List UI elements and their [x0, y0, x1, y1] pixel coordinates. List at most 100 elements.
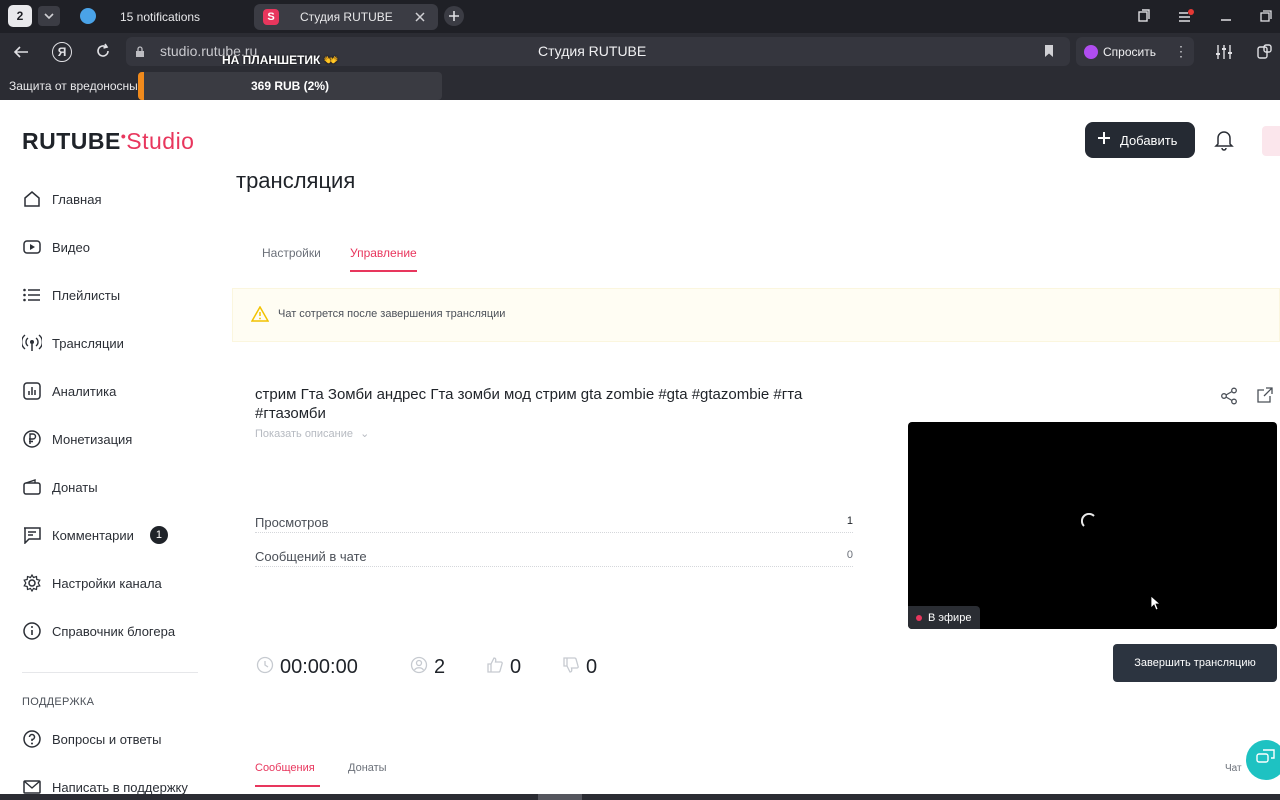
- donation-progress-bar: 369 RUB (2%): [138, 72, 442, 100]
- sidebar-item-home[interactable]: Главная: [22, 189, 101, 209]
- show-description-label: Показать описание: [255, 428, 353, 440]
- info-icon: [22, 621, 42, 641]
- end-broadcast-button[interactable]: Завершить трансляцию: [1113, 644, 1277, 682]
- sidebar-item-label: Написать в поддержку: [52, 779, 188, 795]
- sidebar-item-faq[interactable]: Вопросы и ответы: [22, 729, 161, 749]
- help-chat-button[interactable]: [1246, 740, 1280, 780]
- viewers-counter: 2: [410, 656, 445, 679]
- broadcast-icon: [22, 333, 42, 353]
- add-button[interactable]: Добавить: [1085, 122, 1195, 158]
- back-arrow-icon[interactable]: [12, 43, 30, 61]
- avatar[interactable]: [1262, 126, 1280, 156]
- support-heading: ПОДДЕРЖКА: [22, 696, 95, 708]
- tab-title: 15 notifications: [120, 10, 201, 24]
- tab-studio-rutube[interactable]: S Студия RUTUBE: [254, 4, 438, 30]
- thumbs-down-icon: [562, 656, 580, 679]
- sidebar-item-label: Вопросы и ответы: [52, 731, 162, 747]
- logo-sub-text: Studio: [126, 128, 195, 154]
- end-broadcast-label: Завершить трансляцию: [1134, 657, 1256, 669]
- sidebar-item-video[interactable]: Видео: [22, 237, 90, 257]
- video-player[interactable]: В эфире: [908, 422, 1277, 629]
- tabs-dropdown-chevron-icon[interactable]: [38, 6, 60, 26]
- stat-chat-messages-label: Сообщений в чате: [255, 549, 367, 564]
- bookmark-icon[interactable]: [1044, 44, 1054, 63]
- restore-icon[interactable]: [1258, 8, 1274, 24]
- sidebar-item-label: Плейлисты: [52, 287, 121, 303]
- reload-icon[interactable]: [94, 42, 112, 60]
- sidebar-item-playlists[interactable]: Плейлисты: [22, 285, 120, 305]
- sidebar-item-broadcasts[interactable]: Трансляции: [22, 333, 124, 353]
- tab-count-badge: 2: [16, 9, 24, 23]
- sidebar-item-channel-settings[interactable]: Настройки канала: [22, 573, 162, 593]
- external-link-icon[interactable]: [1257, 387, 1273, 408]
- tab-messages[interactable]: Сообщения: [255, 762, 315, 774]
- stat-views-label: Просмотров: [255, 515, 329, 530]
- ask-alice-button[interactable]: Спросить ⋮: [1076, 37, 1194, 66]
- dislikes-counter: 0: [562, 656, 597, 679]
- live-badge: В эфире: [908, 606, 980, 629]
- stat-chat-messages-row: Сообщений в чате 0: [255, 549, 853, 567]
- bookmark-malware-protection[interactable]: Защита от вредоносны: [9, 79, 138, 93]
- browser-address-bar: Я studio.rutube.ru Студия RUTUBE Спросит…: [0, 33, 1280, 70]
- tab-management[interactable]: Управление: [350, 246, 417, 260]
- lock-icon: [135, 45, 145, 63]
- show-description-link[interactable]: Показать описание ⌄: [255, 427, 369, 440]
- sidebar-divider: [22, 672, 198, 673]
- yandex-icon[interactable]: Я: [52, 42, 72, 62]
- logo-main-text: RUTUBE: [22, 128, 121, 154]
- tab-settings[interactable]: Настройки: [262, 246, 321, 260]
- sidebar-item-comments[interactable]: Комментарии 1: [22, 525, 168, 545]
- sidebar-item-donations[interactable]: Донаты: [22, 477, 98, 497]
- taskbar-active-app[interactable]: [538, 794, 582, 800]
- thumbs-up-icon: [486, 656, 504, 679]
- hands-emoji-icon: 👐: [320, 53, 339, 67]
- live-dot-icon: [916, 614, 922, 621]
- collections-icon[interactable]: [1136, 8, 1152, 24]
- sidebar-item-label: Настройки канала: [52, 575, 162, 591]
- timer-counter: 00:00:00: [256, 656, 358, 679]
- home-icon: [22, 189, 42, 209]
- sidebar-item-label: Справочник блогера: [52, 623, 176, 639]
- sidebar-item-label: Видео: [52, 239, 90, 255]
- close-tab-icon[interactable]: [414, 10, 426, 28]
- overlay-title-text: НА ПЛАНШЕТИК: [222, 53, 321, 67]
- page-title: трансляция: [236, 168, 356, 192]
- chevron-down-icon: ⌄: [360, 428, 370, 440]
- video-icon: [22, 237, 42, 257]
- sidebar-item-label: Трансляции: [52, 335, 124, 351]
- sidebar-item-blogger-guide[interactable]: Справочник блогера: [22, 621, 175, 641]
- share-icon[interactable]: [1220, 387, 1238, 410]
- extensions-icon[interactable]: [1254, 42, 1274, 62]
- rutube-studio-logo[interactable]: RUTUBE•Studio: [22, 128, 194, 155]
- playlist-icon: [22, 285, 42, 305]
- bell-icon[interactable]: [1214, 129, 1234, 156]
- comment-icon: [22, 525, 42, 545]
- minimize-icon[interactable]: [1218, 8, 1234, 24]
- stat-views-value: 1: [846, 515, 853, 527]
- timer-value: 00:00:00: [280, 656, 358, 678]
- likes-value: 0: [510, 656, 522, 678]
- tab-count-button[interactable]: 2: [8, 5, 32, 27]
- likes-counter: 0: [486, 656, 521, 679]
- alice-icon: [1084, 44, 1098, 59]
- page-title-text: Студия RUTUBE: [538, 43, 647, 59]
- stat-views-row: Просмотров 1: [255, 515, 853, 533]
- equalizer-icon[interactable]: [1214, 42, 1234, 62]
- new-tab-plus-icon[interactable]: [444, 6, 464, 26]
- mouse-cursor-icon: [1150, 595, 1162, 616]
- tab-active-underline: [350, 270, 417, 272]
- tab-notifications[interactable]: 15 notifications: [76, 7, 246, 27]
- sidebar-item-monetization[interactable]: Монетизация: [22, 429, 132, 449]
- user-icon: [410, 656, 428, 679]
- ruble-icon: [22, 429, 42, 449]
- question-icon: [22, 729, 42, 749]
- comments-count-badge: 1: [149, 526, 168, 544]
- tab-title: Студия RUTUBE: [300, 10, 393, 24]
- dislikes-value: 0: [586, 656, 598, 678]
- sidebar-item-analytics[interactable]: Аналитика: [22, 381, 116, 401]
- stat-chat-messages-value: 0: [846, 549, 853, 561]
- more-vertical-icon[interactable]: ⋮: [1174, 43, 1188, 60]
- viewers-value: 2: [434, 656, 446, 678]
- tab-bottom-donations[interactable]: Донаты: [348, 762, 387, 774]
- menu-notification-icon[interactable]: [1178, 8, 1194, 24]
